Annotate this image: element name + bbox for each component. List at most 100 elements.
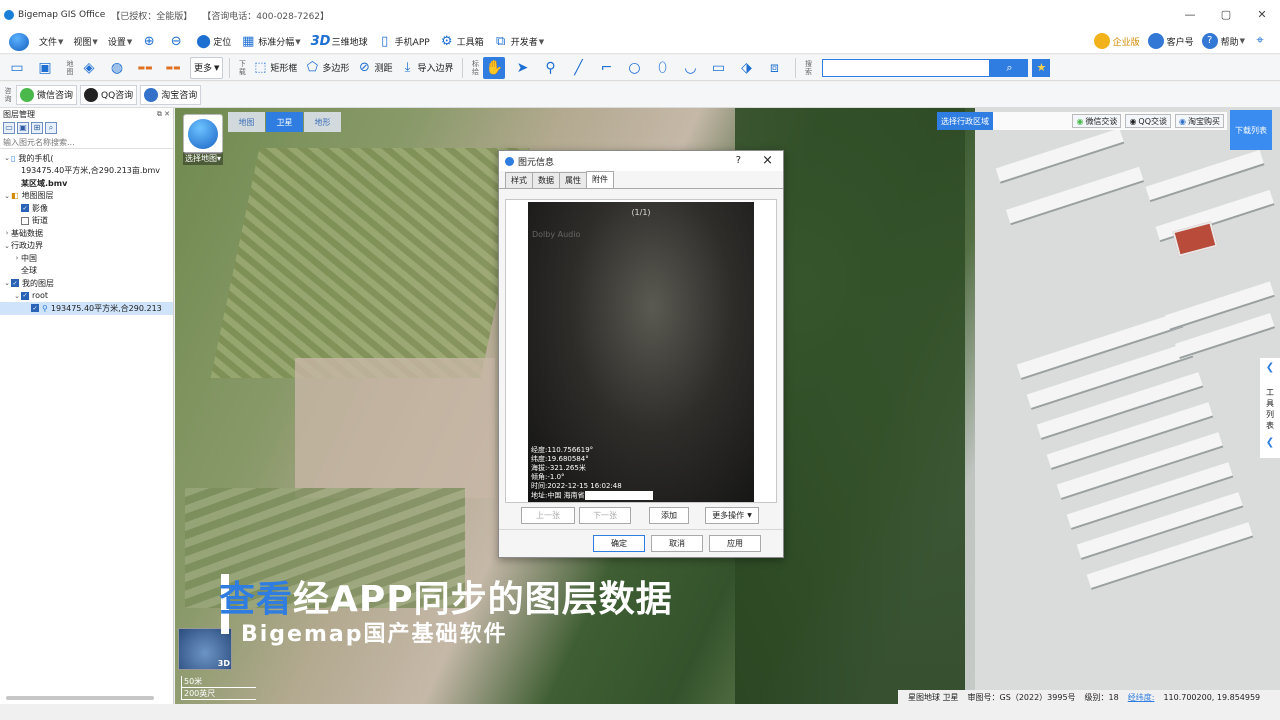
more-ops-button[interactable]: 更多操作 ▼ — [705, 507, 759, 524]
developer-button[interactable]: ⧉ 开发者 ▼ — [494, 34, 544, 49]
chevron-down-icon[interactable]: ⌄ — [13, 292, 21, 300]
add-attachment-button[interactable]: 添加 — [649, 507, 689, 524]
map-selector-button[interactable] — [183, 114, 223, 154]
maximize-icon[interactable]: ▢ — [1208, 8, 1244, 21]
rectangle-tool[interactable]: ▭ — [707, 57, 729, 79]
layer-checkbox[interactable]: ✓ — [21, 204, 29, 213]
line-tool[interactable]: ╱ — [567, 57, 589, 79]
help-button[interactable]: ? 帮助 ▼ — [1201, 33, 1245, 49]
customer-id-button[interactable]: 客户号 — [1147, 33, 1194, 49]
layer-tree-row[interactable]: 某区域.bmv — [0, 177, 173, 190]
chevron-down-icon[interactable]: ⌄ — [3, 242, 11, 250]
open-folder-button[interactable]: ▭ — [6, 57, 28, 79]
expand-icon[interactable]: ⊞ — [31, 122, 43, 134]
chevron-down-icon[interactable]: ⌄ — [3, 192, 11, 200]
save-layer-icon[interactable]: ▣ — [17, 122, 29, 134]
tab-map[interactable]: 地图 — [228, 112, 265, 132]
more-button[interactable]: 更多 ▼ — [190, 56, 224, 79]
pan-tool[interactable]: ✋ — [483, 56, 506, 79]
map-source-2-button[interactable]: ▬▬ — [134, 57, 156, 79]
layer-checkbox[interactable] — [21, 216, 29, 225]
panel-controls[interactable]: ⧉ ✕ — [157, 110, 173, 119]
map-selector-label[interactable]: 选择地图▾ — [183, 152, 224, 165]
tab-style[interactable]: 样式 — [505, 172, 533, 188]
enterprise-button[interactable]: 企业版 — [1093, 33, 1140, 49]
minimap-3d[interactable]: 3D — [178, 628, 232, 670]
wechat-chat-button[interactable]: ◉ 微信交谈 — [1072, 114, 1122, 128]
layer-tree-row[interactable]: 全球 — [0, 265, 173, 278]
tab-terrain[interactable]: 地形 — [304, 112, 341, 132]
zoom-in-button[interactable]: ⊕ — [142, 34, 159, 49]
map-source-1-button[interactable]: ◍ — [106, 57, 128, 79]
layer-tree-row[interactable]: ✓ ⚲ 193475.40平方米,合290.213 — [0, 302, 173, 315]
attachment-photo[interactable]: (1/1) Dolby Audio 经度:110.756619° 纬度:19.6… — [528, 202, 754, 502]
chevron-left-icon[interactable]: ❮ — [1260, 362, 1280, 373]
toolbox-button[interactable]: ⚙ 工具箱 — [440, 34, 484, 49]
tab-satellite[interactable]: 卫星 — [266, 112, 303, 132]
layer-checkbox[interactable]: ✓ — [21, 291, 29, 300]
horizontal-scrollbar[interactable] — [6, 696, 154, 700]
layer-tree-row[interactable]: ⌄ ✓ 我的图层 — [0, 277, 173, 290]
download-list-button[interactable]: 下载列表 — [1230, 110, 1272, 150]
layer-tree-row[interactable]: ⌄ ◧ 地图图层 — [0, 190, 173, 203]
ok-button[interactable]: 确定 — [593, 535, 645, 552]
close-icon[interactable]: × — [762, 153, 773, 168]
circle-tool[interactable]: ○ — [623, 57, 645, 79]
tab-attachments[interactable]: 附件 — [586, 171, 614, 188]
curve-tool[interactable]: ◡ — [679, 57, 701, 79]
prev-image-button[interactable]: 上一张 — [521, 507, 575, 524]
ellipse-tool[interactable]: ⬯ — [651, 57, 673, 79]
layer-tree-row[interactable]: 193475.40平方米,合290.213亩.bmv — [0, 165, 173, 178]
minimize-icon[interactable]: — — [1172, 8, 1208, 21]
crosshair-button[interactable]: ⌖ — [1253, 34, 1270, 48]
label-tool[interactable]: ⬗ — [735, 57, 757, 79]
layer-tree-row[interactable]: 街道 — [0, 215, 173, 228]
3d-earth-button[interactable]: 3D 三维地球 — [311, 34, 368, 49]
chevron-right-icon[interactable]: › — [3, 229, 11, 237]
map-source-3-button[interactable]: ▬▬ — [162, 57, 184, 79]
measure-button[interactable]: ⊘ 测距 — [354, 57, 395, 79]
app-menu-icon[interactable] — [9, 32, 29, 51]
help-icon[interactable]: ? — [736, 155, 741, 166]
apply-button[interactable]: 应用 — [709, 535, 761, 552]
mobile-app-button[interactable]: ▯ 手机APP — [378, 34, 430, 49]
qq-consult-button[interactable]: QQ咨询 — [80, 84, 138, 105]
chevron-left-icon[interactable]: ❮ — [1260, 437, 1280, 448]
wechat-consult-button[interactable]: 微信咨询 — [16, 84, 78, 105]
coordinate-link[interactable]: 经纬度: — [1128, 692, 1155, 703]
layer-tree-row[interactable]: ⌄ 行政边界 — [0, 240, 173, 253]
cancel-button[interactable]: 取消 — [651, 535, 703, 552]
layer-tree-row[interactable]: › 基础数据 — [0, 227, 173, 240]
search-button[interactable]: ⌕ — [990, 58, 1029, 77]
polyline-tool[interactable]: ⌐ — [595, 57, 617, 79]
layer-tree-row[interactable]: › 中国 — [0, 252, 173, 265]
find-icon[interactable]: ⌕ — [45, 122, 57, 134]
zoom-out-button[interactable]: ⊖ — [169, 34, 186, 49]
save-button[interactable]: ▣ — [34, 57, 56, 79]
open-layer-icon[interactable]: ▭ — [3, 122, 15, 134]
tab-attributes[interactable]: 属性 — [559, 172, 587, 188]
menu-view[interactable]: 视图 ▼ — [73, 35, 97, 49]
taobao-consult-button[interactable]: 淘宝咨询 — [140, 84, 202, 105]
map-layers-button[interactable]: ◈ — [78, 57, 100, 79]
layer-tree-row[interactable]: ✓ 影像 — [0, 202, 173, 215]
taobao-buy-button[interactable]: ◉ 淘宝购买 — [1175, 114, 1224, 128]
rect-download-button[interactable]: ⬚ 矩形框 — [250, 57, 300, 79]
grid-button[interactable]: ▦ 标准分幅 ▼ — [241, 34, 301, 49]
polygon-download-button[interactable]: ⬠ 多边形 — [302, 57, 352, 79]
layer-checkbox[interactable]: ✓ — [11, 279, 19, 288]
layer-checkbox[interactable]: ✓ — [31, 304, 39, 313]
layer-search-input[interactable]: 输入图元名称搜索... — [0, 136, 173, 149]
menu-settings[interactable]: 设置 ▼ — [108, 35, 132, 49]
marker-tool[interactable]: ⚲ — [539, 57, 561, 79]
chevron-down-icon[interactable]: ⌄ — [3, 279, 11, 287]
image-tool[interactable]: ⧈ — [763, 57, 785, 79]
locate-button[interactable]: ⬤ 定位 — [196, 34, 231, 49]
side-tools-panel[interactable]: ❮ 工具列表 ❮ — [1260, 358, 1280, 458]
chevron-right-icon[interactable]: › — [13, 254, 21, 262]
next-image-button[interactable]: 下一张 — [579, 507, 631, 524]
select-tool[interactable]: ➤ — [511, 57, 533, 79]
tab-data[interactable]: 数据 — [532, 172, 560, 188]
menu-file[interactable]: 文件 ▼ — [39, 35, 63, 49]
select-region-button[interactable]: 选择行政区域 — [937, 112, 993, 130]
